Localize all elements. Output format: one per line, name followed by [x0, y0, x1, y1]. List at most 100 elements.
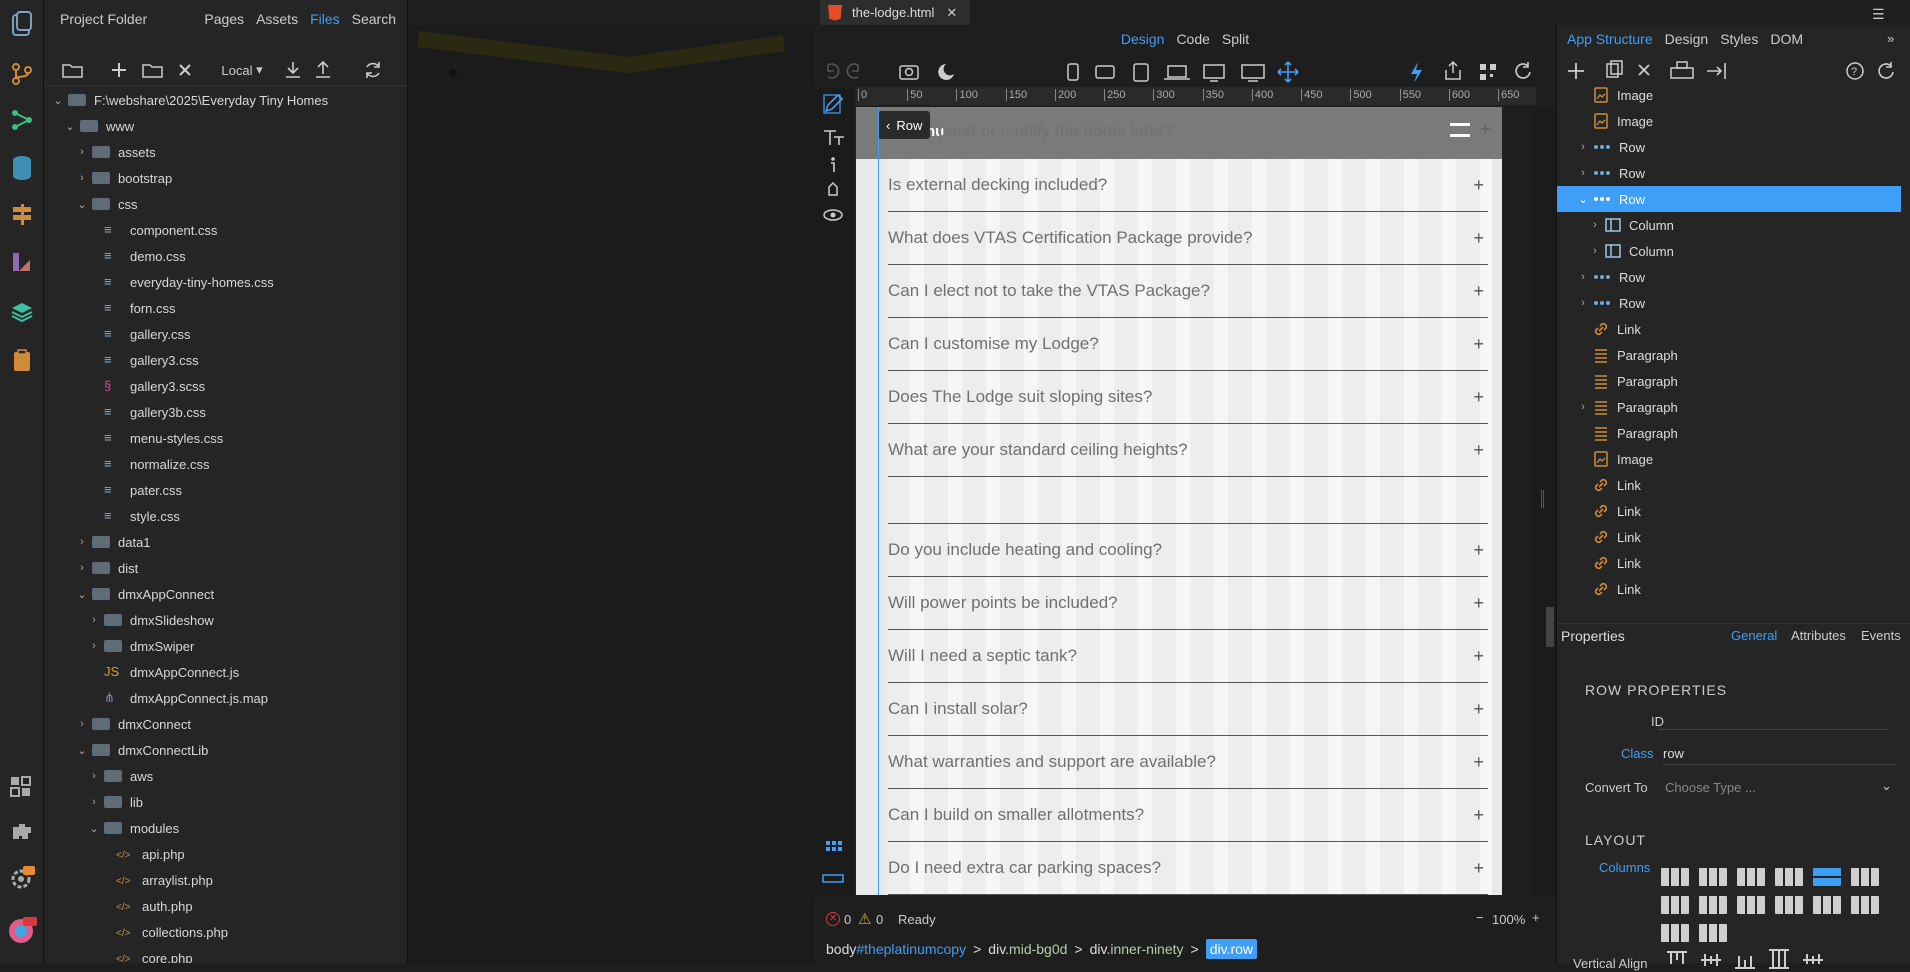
chevron-right-icon[interactable]: ›: [88, 640, 100, 652]
folder-item[interactable]: ⌄ www: [44, 113, 408, 139]
double-chevron-icon[interactable]: »: [1887, 31, 1894, 46]
delete-icon[interactable]: [172, 58, 198, 82]
align-bottom-icon[interactable]: [1735, 956, 1755, 969]
flow-icon[interactable]: [6, 104, 38, 136]
file-item[interactable]: ≡ gallery3b.css: [44, 399, 408, 425]
structure-item[interactable]: Link: [1557, 576, 1901, 602]
faq-expand-icon[interactable]: +: [1473, 387, 1484, 408]
faq-expand-icon[interactable]: +: [1473, 805, 1484, 826]
folder-item[interactable]: ⌄ F:\webshare\2025\Everyday Tiny Homes: [44, 87, 408, 113]
sync-icon[interactable]: [1878, 62, 1894, 79]
device-tablet-icon[interactable]: [1133, 63, 1149, 82]
chevron-right-icon[interactable]: ›: [76, 718, 88, 730]
tab-assets[interactable]: Assets: [256, 11, 298, 27]
column-layout-option[interactable]: [1661, 896, 1689, 914]
info-icon[interactable]: [831, 157, 835, 172]
folder-item[interactable]: › assets: [44, 139, 408, 165]
chevron-down-icon[interactable]: ⌄: [76, 744, 88, 757]
file-tab[interactable]: the-lodge.html ✕: [820, 0, 970, 25]
file-item[interactable]: </> auth.php: [44, 893, 408, 919]
extensions-icon[interactable]: [6, 770, 38, 802]
wrap-icon[interactable]: [1670, 61, 1694, 79]
file-item[interactable]: ≡ forn.css: [44, 295, 408, 321]
lightning-icon[interactable]: [1411, 62, 1422, 83]
hamburger-icon[interactable]: [1450, 123, 1470, 137]
chevron-right-icon[interactable]: ›: [88, 796, 100, 808]
file-item[interactable]: ≡ normalize.css: [44, 451, 408, 477]
faq-expand-icon[interactable]: +: [1473, 334, 1484, 355]
file-item[interactable]: </> collections.php: [44, 919, 408, 945]
structure-item[interactable]: › Row: [1557, 264, 1901, 290]
download-icon[interactable]: [280, 58, 306, 82]
share-icon[interactable]: [1445, 60, 1461, 80]
column-layout-option[interactable]: [1737, 868, 1765, 886]
folder-item[interactable]: › dmxConnect: [44, 711, 408, 737]
preview-eye-icon[interactable]: [823, 209, 843, 221]
brush-icon[interactable]: [828, 181, 838, 196]
zoom-in-icon[interactable]: +: [1532, 910, 1540, 925]
faq-expand-icon[interactable]: +: [1473, 540, 1484, 561]
chevron-down-icon[interactable]: ⌄: [1577, 193, 1589, 206]
faq-expand-icon[interactable]: +: [1473, 440, 1484, 461]
database-icon[interactable]: [6, 152, 38, 184]
file-item[interactable]: ≡ menu-styles.css: [44, 425, 408, 451]
structure-item[interactable]: Image: [1557, 108, 1901, 134]
remove-icon[interactable]: [1638, 64, 1650, 76]
column-layout-option[interactable]: [1813, 896, 1841, 914]
puzzle-icon[interactable]: [6, 816, 38, 848]
folder-item[interactable]: › dist: [44, 555, 408, 581]
warning-icon[interactable]: ⚠: [858, 910, 871, 928]
vertical-scrollbar-thumb[interactable]: [1546, 607, 1554, 647]
device-phone-landscape-icon[interactable]: [1095, 65, 1115, 79]
text-icon[interactable]: [824, 130, 844, 145]
column-layout-option[interactable]: [1699, 896, 1727, 914]
folder-item[interactable]: › aws: [44, 763, 408, 789]
device-laptop-icon[interactable]: [1164, 65, 1190, 80]
error-icon[interactable]: ✕: [826, 912, 840, 926]
device-desktop-icon[interactable]: [1203, 64, 1225, 82]
file-item[interactable]: ≡ gallery3.css: [44, 347, 408, 373]
settings-icon[interactable]: [6, 862, 38, 894]
tab-app-structure[interactable]: App Structure: [1567, 31, 1653, 47]
structure-item[interactable]: › Column: [1557, 212, 1901, 238]
chevron-right-icon[interactable]: ›: [1589, 245, 1601, 257]
faq-item[interactable]: [888, 477, 1488, 524]
file-item[interactable]: ≡ pater.css: [44, 477, 408, 503]
folder-item[interactable]: ⌄ dmxAppConnect: [44, 581, 408, 607]
faq-item[interactable]: Do I need extra car parking spaces? +: [888, 842, 1488, 895]
structure-item[interactable]: Link: [1557, 524, 1901, 550]
structure-item[interactable]: › Column: [1557, 238, 1901, 264]
breadcrumb-item[interactable]: div.row: [1205, 939, 1258, 959]
structure-item[interactable]: › Row: [1557, 134, 1901, 160]
tab-design[interactable]: Design: [1665, 31, 1709, 47]
faq-item[interactable]: Can I elect not to take the VTAS Package…: [888, 265, 1488, 318]
chevron-right-icon[interactable]: ›: [76, 536, 88, 548]
faq-expand-icon[interactable]: +: [1473, 699, 1484, 720]
view-code[interactable]: Code: [1176, 31, 1209, 47]
faq-expand-icon[interactable]: +: [1473, 228, 1484, 249]
structure-item[interactable]: Paragraph: [1557, 368, 1901, 394]
folder-item[interactable]: › lib: [44, 789, 408, 815]
chevron-right-icon[interactable]: ›: [1577, 271, 1589, 283]
tab-search[interactable]: Search: [352, 11, 396, 27]
device-phone-icon[interactable]: [1067, 63, 1079, 81]
structure-item[interactable]: › Row: [1557, 160, 1901, 186]
faq-expand-icon[interactable]: +: [1473, 593, 1484, 614]
faq-item[interactable]: Does The Lodge suit sloping sites? +: [888, 371, 1488, 424]
chevron-right-icon[interactable]: ›: [1577, 167, 1589, 179]
faq-item[interactable]: What are your standard ceiling heights? +: [888, 424, 1488, 477]
column-layout-option[interactable]: [1737, 896, 1765, 914]
file-item[interactable]: ⋔ dmxAppConnect.js.map: [44, 685, 408, 711]
device-wide-icon[interactable]: [1241, 64, 1265, 82]
close-tab-icon[interactable]: ✕: [946, 5, 957, 21]
tab-general[interactable]: General: [1731, 628, 1777, 643]
faq-expand-icon[interactable]: +: [1473, 858, 1484, 879]
select-chevron-icon[interactable]: ⌄: [1881, 778, 1892, 794]
view-split[interactable]: Split: [1222, 31, 1249, 47]
chevron-right-icon[interactable]: ›: [1577, 141, 1589, 153]
chevron-right-icon[interactable]: ›: [1577, 401, 1589, 413]
id-input[interactable]: [1659, 708, 1889, 730]
faq-item[interactable]: Can I build on smaller allotments? +: [888, 789, 1488, 842]
undo-icon[interactable]: [827, 63, 840, 79]
class-input[interactable]: row: [1663, 746, 1895, 765]
